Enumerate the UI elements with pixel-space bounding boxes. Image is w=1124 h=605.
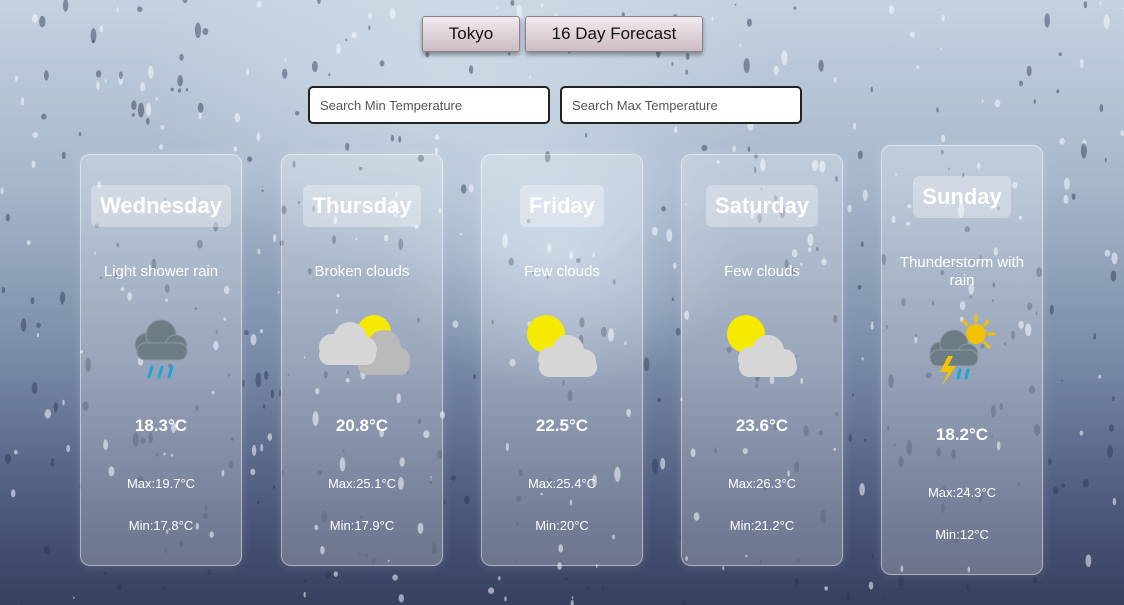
broken-clouds-icon bbox=[282, 311, 442, 381]
day-name: Saturday bbox=[705, 185, 819, 227]
weather-description: Light shower rain bbox=[103, 263, 219, 280]
current-temperature: 18.3°C bbox=[134, 416, 188, 435]
current-temperature: 18.2°C bbox=[935, 425, 989, 444]
min-temperature: Min:17.8°C bbox=[128, 518, 194, 533]
search-max-temp-input[interactable] bbox=[560, 86, 802, 124]
day-name: Thursday bbox=[303, 185, 421, 227]
min-temperature: Min:20°C bbox=[535, 518, 589, 533]
day-name: Sunday bbox=[913, 176, 1011, 218]
day-card-thursday[interactable]: Thursday Broken clouds 20.8°C Max:25.1°C… bbox=[281, 154, 443, 566]
day-card-sunday[interactable]: Sunday Thunderstorm with rain 18.2°C Max… bbox=[881, 145, 1043, 575]
few-clouds-icon bbox=[482, 313, 642, 381]
city-button[interactable]: Tokyo bbox=[422, 16, 520, 52]
temperature-search bbox=[308, 86, 802, 124]
day-name: Wednesday bbox=[91, 185, 231, 227]
max-temperature: Max:26.3°C bbox=[727, 476, 797, 491]
day-card-wednesday[interactable]: Wednesday Light shower rain 18.3°C Max:1… bbox=[80, 154, 242, 566]
shower-rain-icon bbox=[81, 315, 241, 387]
day-name: Friday bbox=[519, 185, 605, 227]
max-temperature: Max:24.3°C bbox=[927, 485, 997, 500]
top-nav: Tokyo 16 Day Forecast bbox=[422, 16, 703, 52]
thunderstorm-icon bbox=[882, 312, 1042, 388]
current-temperature: 23.6°C bbox=[735, 416, 789, 435]
max-temperature: Max:25.4°C bbox=[527, 476, 597, 491]
min-temperature: Min:21.2°C bbox=[729, 518, 795, 533]
search-min-temp-input[interactable] bbox=[308, 86, 550, 124]
weather-description: Thunderstorm with rain bbox=[899, 254, 1025, 289]
min-temperature: Min:17.9°C bbox=[329, 518, 395, 533]
day-card-friday[interactable]: Friday Few clouds 22.5°C Max:25.4°C Min:… bbox=[481, 154, 643, 566]
weather-description: Broken clouds bbox=[314, 263, 410, 280]
few-clouds-icon bbox=[682, 313, 842, 381]
min-temperature: Min:12°C bbox=[935, 527, 989, 542]
weather-description: Few clouds bbox=[724, 263, 800, 280]
max-temperature: Max:19.7°C bbox=[126, 476, 196, 491]
day-card-saturday[interactable]: Saturday Few clouds 23.6°C Max:26.3°C Mi… bbox=[681, 154, 843, 566]
current-temperature: 20.8°C bbox=[335, 416, 389, 435]
current-temperature: 22.5°C bbox=[535, 416, 589, 435]
weather-description: Few clouds bbox=[524, 263, 600, 280]
max-temperature: Max:25.1°C bbox=[327, 476, 397, 491]
forecast-button[interactable]: 16 Day Forecast bbox=[525, 16, 703, 52]
